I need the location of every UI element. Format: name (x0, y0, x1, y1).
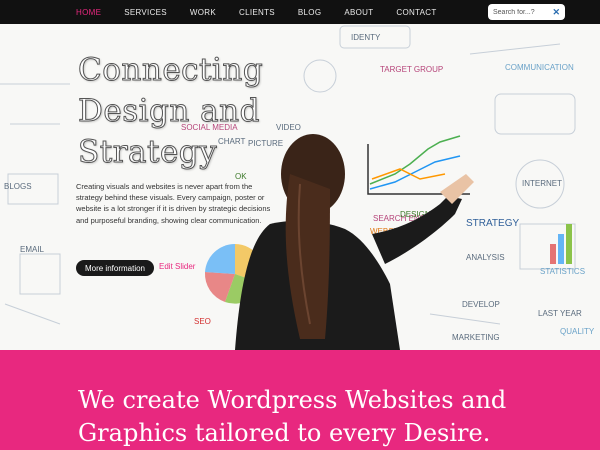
nav-item-about[interactable]: ABOUT (344, 8, 373, 17)
whiteboard-word: STATISTICS (540, 267, 585, 276)
nav-item-contact[interactable]: CONTACT (396, 8, 436, 17)
whiteboard-word: DEVELOP (462, 300, 500, 309)
whiteboard-word: BLOGS (4, 182, 32, 191)
whiteboard-word: IDENTY (351, 33, 381, 42)
hero-title: Connecting Design and Strategy (78, 52, 264, 171)
edit-slider-link[interactable]: Edit Slider (159, 262, 195, 271)
whiteboard-word: STRATEGY (466, 218, 519, 229)
whiteboard-word: QUALITY (560, 327, 595, 336)
whiteboard-word: OK (235, 172, 247, 181)
whiteboard-word: EMAIL (20, 245, 45, 254)
hero-description: Creating visuals and websites is never a… (76, 182, 271, 225)
whiteboard-word: COMMUNICATION (505, 63, 574, 72)
whiteboard-word: ANALYSIS (466, 253, 505, 262)
more-information-button[interactable]: More information (76, 260, 154, 276)
nav-item-services[interactable]: SERVICES (124, 8, 167, 17)
nav-item-blog[interactable]: BLOG (298, 8, 321, 17)
whiteboard-word: MARKETING (452, 333, 500, 342)
hero-slider: TARGET GROUP SOCIAL MEDIA SEARCH ENGINE … (0, 24, 600, 350)
nav-item-clients[interactable]: CLIENTS (239, 8, 275, 17)
search-input[interactable] (493, 8, 545, 16)
whiteboard-word: LAST YEAR (538, 309, 582, 318)
whiteboard-word: TARGET GROUP (380, 65, 443, 74)
nav-links: HOME SERVICES WORK CLIENTS BLOG ABOUT CO… (76, 8, 460, 17)
whiteboard-word: INTERNET (522, 179, 562, 188)
top-navigation: HOME SERVICES WORK CLIENTS BLOG ABOUT CO… (0, 0, 600, 24)
tagline-text: We create Wordpress Websites and Graphic… (78, 386, 507, 447)
close-icon[interactable]: ✕ (552, 7, 560, 17)
whiteboard-word: SEO (194, 317, 211, 326)
nav-item-home[interactable]: HOME (76, 8, 101, 17)
nav-item-work[interactable]: WORK (190, 8, 216, 17)
search-box: ✕ (488, 4, 565, 20)
tagline-band: We create Wordpress Websites and Graphic… (0, 350, 600, 450)
